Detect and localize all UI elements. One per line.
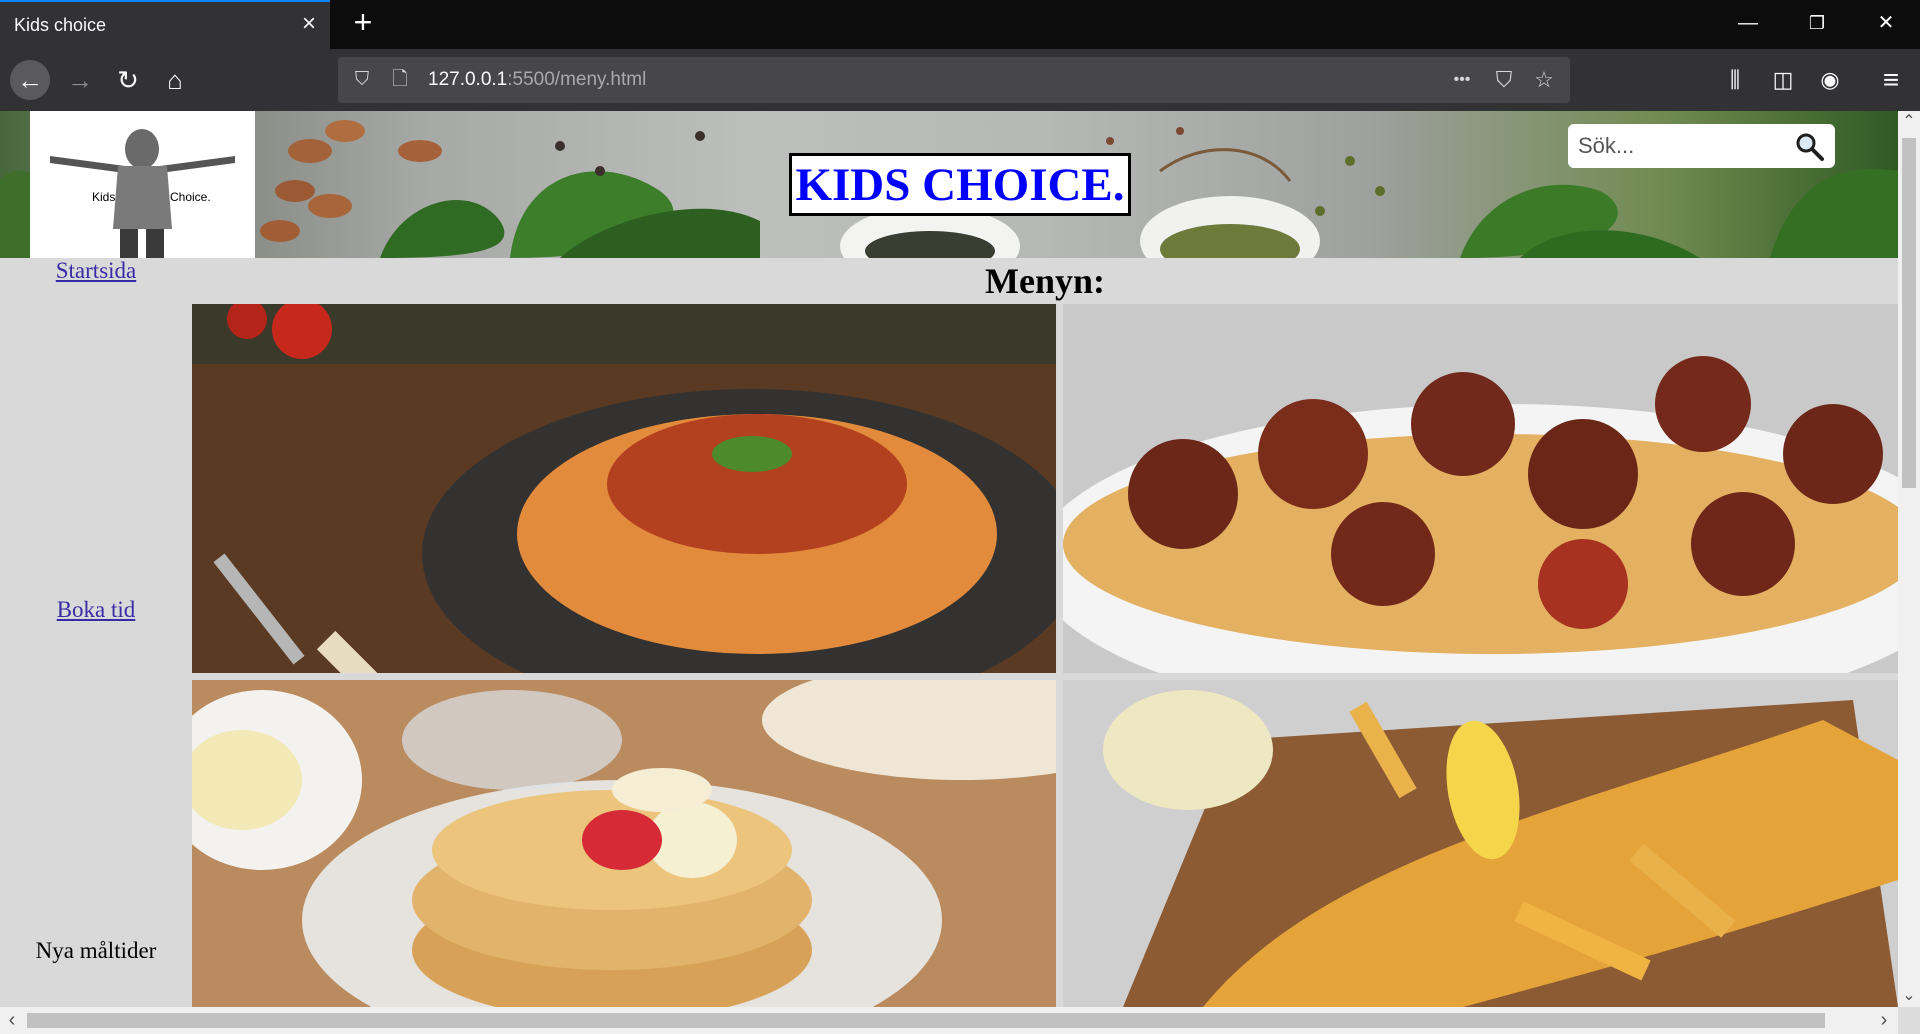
forward-icon[interactable]: → — [60, 60, 100, 100]
tracking-shield-icon[interactable]: ⛉ — [350, 68, 374, 92]
bookmark-star-icon[interactable]: ☆ — [1530, 67, 1558, 93]
header-banner: Kids Choice. KIDS CHOICE. — [0, 111, 1898, 258]
site-logo[interactable]: Kids Choice. — [30, 111, 255, 258]
dish-image-spaghetti-meatballs[interactable] — [1063, 304, 1898, 673]
vertical-scrollbar[interactable]: ⌃ ⌄ — [1898, 111, 1920, 1007]
window-close-icon[interactable]: ✕ — [1866, 8, 1906, 38]
search-icon — [1796, 133, 1824, 161]
tab-kids-choice[interactable]: Kids choice × — [0, 0, 330, 49]
address-bar[interactable]: ⛉ 🗋 127.0.0.1:5500/meny.html ••• ⛉ ☆ — [338, 57, 1570, 103]
logo-text-right: Choice. — [170, 190, 211, 204]
url-host: 127.0.0.1 — [428, 69, 508, 90]
new-tab-icon[interactable]: + — [348, 6, 378, 38]
search-box — [1568, 124, 1835, 168]
page-viewport: Kids Choice. KIDS CHOICE. Startsida Boka… — [0, 111, 1898, 1007]
reload-icon[interactable]: ↻ — [108, 60, 148, 100]
vertical-scroll-thumb[interactable] — [1902, 138, 1916, 488]
tab-title: Kids choice — [14, 15, 107, 35]
minimize-icon[interactable]: — — [1728, 8, 1768, 38]
nav-toolbar: ← → ↻ ⌂ ⛉ 🗋 127.0.0.1:5500/meny.html •••… — [0, 49, 1920, 111]
scroll-left-icon[interactable]: ‹ — [0, 1007, 24, 1034]
url-path: :5500/meny.html — [507, 69, 647, 90]
scroll-down-icon[interactable]: ⌄ — [1898, 985, 1920, 1007]
pocket-icon[interactable]: ⛉ — [1490, 67, 1518, 93]
page-actions-icon[interactable]: ••• — [1448, 67, 1476, 93]
close-tab-icon[interactable]: × — [296, 12, 322, 38]
search-button[interactable] — [1792, 130, 1826, 162]
scroll-right-icon[interactable]: › — [1872, 1007, 1896, 1034]
horizontal-scroll-thumb[interactable] — [27, 1013, 1825, 1028]
dish-image-pancakes[interactable] — [192, 680, 1056, 1007]
menu-heading: Menyn: — [985, 261, 1105, 301]
site-title: KIDS CHOICE. — [789, 153, 1131, 216]
child-arms-raised-icon — [50, 129, 235, 258]
horizontal-scrollbar[interactable]: ‹ › — [0, 1007, 1898, 1034]
sidebar-link-startsida[interactable]: Startsida — [0, 258, 192, 284]
url-text[interactable]: 127.0.0.1:5500/meny.html — [428, 69, 646, 91]
back-icon[interactable]: ← — [10, 60, 50, 100]
logo-text-left: Kids — [92, 190, 116, 204]
account-icon[interactable]: ◉ — [1815, 65, 1845, 95]
search-input[interactable] — [1578, 131, 1778, 161]
sidebar-toggle-icon[interactable]: ◫ — [1768, 65, 1798, 95]
library-icon[interactable]: ⫼ — [1720, 65, 1750, 95]
sidebar-link-boka-tid[interactable]: Boka tid — [0, 597, 192, 623]
home-icon[interactable]: ⌂ — [155, 60, 195, 100]
tab-strip: Kids choice × + — ❐ ✕ — [0, 0, 1920, 49]
dish-image-fish-and-chips[interactable] — [1063, 680, 1898, 1007]
scrollbar-corner — [1898, 1007, 1920, 1034]
restore-icon[interactable]: ❐ — [1797, 8, 1837, 38]
dish-image-spaghetti-bolognese[interactable] — [192, 304, 1056, 673]
page-info-icon[interactable]: 🗋 — [388, 68, 412, 92]
sidebar-item-nya-maltider: Nya måltider — [35, 938, 157, 963]
scroll-up-icon[interactable]: ⌃ — [1898, 111, 1920, 133]
hamburger-menu-icon[interactable]: ≡ — [1876, 65, 1906, 95]
